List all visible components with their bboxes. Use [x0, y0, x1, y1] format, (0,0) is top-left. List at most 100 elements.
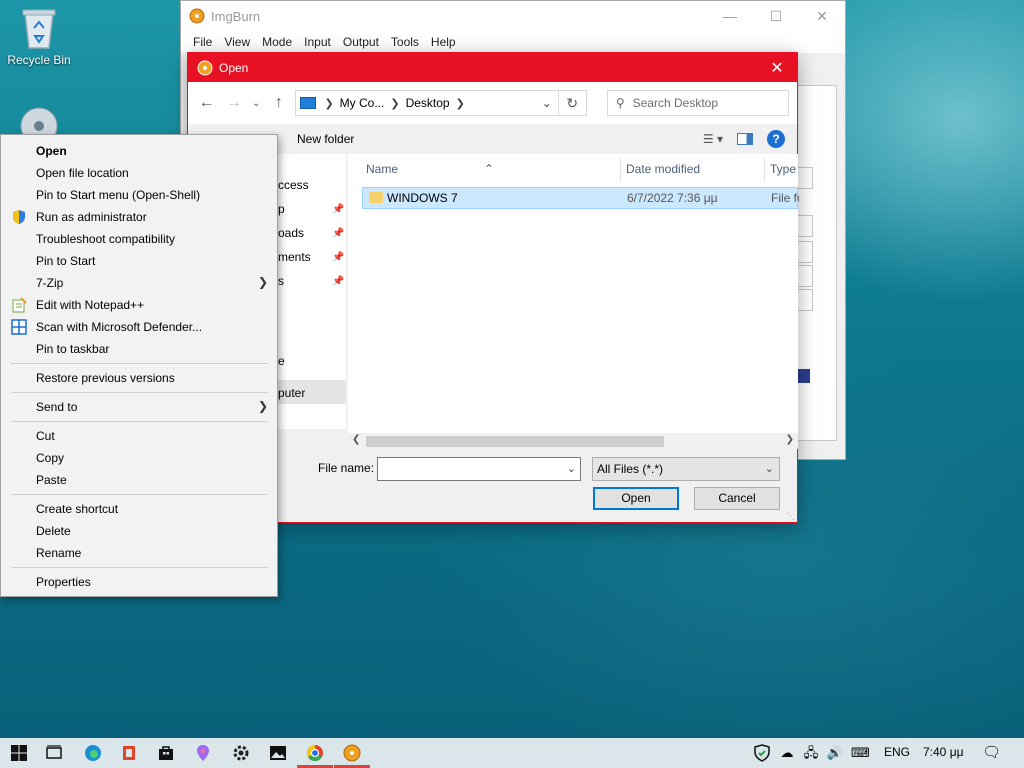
- address-bar[interactable]: ❯ My Co... ❯ Desktop ❯ ⌄: [295, 90, 559, 116]
- breadcrumb-desktop[interactable]: Desktop: [406, 96, 450, 110]
- menu-item-delete[interactable]: Delete: [36, 524, 71, 538]
- resize-grip-icon[interactable]: ⋱: [786, 511, 795, 522]
- menu-item-rename[interactable]: Rename: [36, 546, 81, 560]
- nav-item-onedrive[interactable]: e: [278, 354, 285, 368]
- pin-icon: 📌: [332, 252, 345, 263]
- breadcrumb-separator-icon: ❯: [455, 97, 465, 110]
- menu-item-pin-to-taskbar[interactable]: Pin to taskbar: [36, 342, 109, 356]
- column-date-modified[interactable]: Date modified: [626, 162, 700, 176]
- minimize-button[interactable]: —: [707, 8, 753, 25]
- menu-item-properties[interactable]: Properties: [36, 575, 91, 589]
- uac-shield-icon: [13, 210, 25, 224]
- menu-item-troubleshoot-compatibility[interactable]: Troubleshoot compatibility: [36, 232, 175, 246]
- nav-item-desktop[interactable]: p: [278, 202, 285, 216]
- windows-start-icon[interactable]: [10, 744, 28, 762]
- column-name[interactable]: Name: [366, 162, 398, 176]
- pin-icon: 📌: [332, 276, 345, 287]
- open-button[interactable]: Open: [593, 487, 679, 510]
- submenu-chevron-icon: ❯: [258, 399, 269, 413]
- refresh-button[interactable]: ↻: [557, 90, 587, 116]
- maximize-button[interactable]: ☐: [753, 8, 799, 25]
- menu-item-open-file-location[interactable]: Open file location: [36, 166, 129, 180]
- task-view-icon[interactable]: [45, 744, 63, 762]
- forward-arrow-icon[interactable]: →: [223, 94, 244, 112]
- search-input[interactable]: ⚲ Search Desktop: [606, 90, 789, 116]
- settings-gear-icon[interactable]: [232, 744, 250, 762]
- menu-item-pin-start-open-shell[interactable]: Pin to Start menu (Open-Shell): [36, 188, 200, 202]
- menu-item-cut[interactable]: Cut: [36, 429, 55, 443]
- nav-item-pictures[interactable]: s: [278, 274, 284, 288]
- office-icon[interactable]: [120, 744, 138, 762]
- language-indicator[interactable]: ENG: [884, 745, 910, 759]
- photos-icon[interactable]: [269, 744, 287, 762]
- file-type-select[interactable]: All Files (*.*) ⌄: [592, 457, 780, 481]
- menu-tools[interactable]: Tools: [385, 35, 425, 49]
- chrome-icon[interactable]: [306, 744, 324, 762]
- nav-item-documents[interactable]: ments: [278, 250, 311, 264]
- scrollbar-thumb[interactable]: [366, 436, 664, 447]
- menu-separator: [11, 494, 268, 495]
- file-row-windows-7[interactable]: WINDOWS 7 6/7/2022 7:36 μμ File fo: [362, 187, 799, 209]
- help-icon[interactable]: ?: [767, 130, 785, 148]
- imgburn-taskbar-icon[interactable]: [343, 744, 361, 762]
- preview-pane-icon[interactable]: [737, 133, 753, 145]
- file-type: File fo: [771, 191, 799, 205]
- menu-item-7-zip[interactable]: 7-Zip: [36, 276, 63, 290]
- scroll-left-icon[interactable]: ❮: [352, 434, 360, 445]
- edge-browser-icon[interactable]: [84, 744, 102, 762]
- open-dialog-titlebar[interactable]: Open ✕: [188, 53, 797, 82]
- menu-item-paste[interactable]: Paste: [36, 473, 67, 487]
- map-pin-app-icon[interactable]: [194, 744, 212, 762]
- up-arrow-icon[interactable]: ↑: [268, 94, 289, 112]
- menu-item-restore-previous-versions[interactable]: Restore previous versions: [36, 371, 175, 385]
- menu-output[interactable]: Output: [337, 35, 385, 49]
- new-folder-button[interactable]: New folder: [297, 132, 354, 146]
- menu-file[interactable]: File: [187, 35, 218, 49]
- close-icon[interactable]: ✕: [757, 58, 797, 78]
- menu-view[interactable]: View: [218, 35, 256, 49]
- keyboard-icon[interactable]: ⌨: [851, 744, 870, 762]
- close-button[interactable]: ✕: [799, 8, 845, 25]
- clock[interactable]: 7:40 μμ: [923, 745, 964, 759]
- menu-item-copy[interactable]: Copy: [36, 451, 64, 465]
- nav-item-computer[interactable]: puter: [278, 386, 305, 400]
- save-icon[interactable]: [796, 369, 810, 383]
- column-divider[interactable]: [620, 158, 621, 182]
- back-arrow-icon[interactable]: ←: [196, 94, 217, 112]
- store-bag-icon[interactable]: [157, 744, 175, 762]
- menu-item-run-as-administrator[interactable]: Run as administrator: [36, 210, 147, 224]
- defender-icon: [11, 319, 27, 335]
- view-options-icon[interactable]: ☰ ▾: [703, 132, 723, 146]
- network-icon[interactable]: 🖧: [802, 744, 820, 762]
- column-type[interactable]: Type: [770, 162, 796, 176]
- horizontal-scrollbar[interactable]: ❮ ❯: [348, 433, 798, 449]
- security-shield-icon[interactable]: [753, 744, 771, 762]
- breadcrumb-my-computer[interactable]: My Co...: [340, 96, 385, 110]
- imgburn-titlebar[interactable]: ImgBurn — ☐ ✕: [181, 1, 845, 31]
- file-list: ⌃ Name Date modified Type WINDOWS 7 6/7/…: [348, 154, 799, 449]
- onedrive-off-icon[interactable]: ☁: [778, 744, 796, 762]
- menu-mode[interactable]: Mode: [256, 35, 298, 49]
- column-divider[interactable]: [764, 158, 765, 182]
- recent-locations-chevron-icon[interactable]: ⌄: [251, 98, 263, 109]
- chevron-down-icon[interactable]: ⌄: [567, 462, 576, 475]
- menu-item-edit-with-notepad[interactable]: Edit with Notepad++: [36, 298, 144, 312]
- speaker-icon[interactable]: 🔊: [826, 744, 844, 762]
- chevron-down-icon[interactable]: ⌄: [536, 96, 558, 110]
- menu-item-scan-with-defender[interactable]: Scan with Microsoft Defender...: [36, 320, 202, 334]
- notifications-icon[interactable]: 🗨: [982, 744, 1001, 762]
- menu-item-send-to[interactable]: Send to: [36, 400, 77, 414]
- nav-item-quick-access[interactable]: ccess: [278, 178, 309, 192]
- menu-item-pin-to-start[interactable]: Pin to Start: [36, 254, 95, 268]
- scroll-right-icon[interactable]: ❯: [786, 434, 794, 445]
- nav-item-downloads[interactable]: oads: [278, 226, 304, 240]
- menu-help[interactable]: Help: [425, 35, 462, 49]
- recycle-bin-icon[interactable]: Recycle Bin: [0, 6, 78, 67]
- menu-input[interactable]: Input: [298, 35, 337, 49]
- cancel-button[interactable]: Cancel: [694, 487, 780, 510]
- menu-item-open[interactable]: Open: [36, 144, 67, 158]
- file-name-input[interactable]: ⌄: [377, 457, 581, 481]
- submenu-chevron-icon: ❯: [258, 275, 269, 289]
- open-dialog-title: Open: [219, 60, 249, 75]
- menu-item-create-shortcut[interactable]: Create shortcut: [36, 502, 118, 516]
